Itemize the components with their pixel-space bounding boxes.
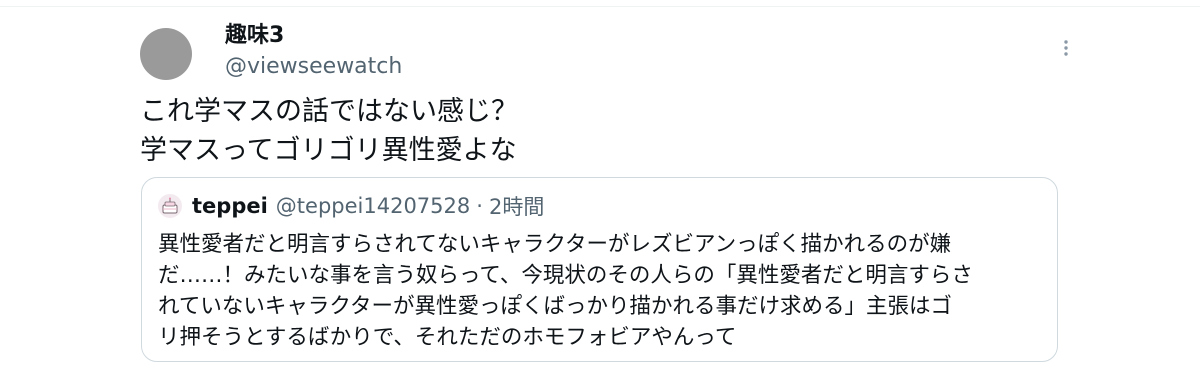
- more-vertical-icon: [1064, 40, 1068, 56]
- quoted-user-handle[interactable]: @teppei14207528: [276, 194, 470, 218]
- quoted-tweet-header: teppei @teppei14207528 · 2時間: [158, 192, 544, 220]
- quoted-tweet-card[interactable]: teppei @teppei14207528 · 2時間 異性愛者だと明言すらさ…: [141, 177, 1058, 362]
- tweet-text: これ学マスの話ではない感じ？ 学マスってゴリゴリ異性愛よな: [140, 92, 1040, 170]
- top-divider: [0, 6, 1200, 7]
- tweet-text-line: 学マスってゴリゴリ異性愛よな: [140, 135, 517, 166]
- cake-avatar-icon: [162, 197, 178, 214]
- quoted-tweet-text: 異性愛者だと明言すらされてないキャラクターがレズビアンっぽく描かれるのが嫌 だ……: [158, 229, 1048, 353]
- quoted-text-line: 異性愛者だと明言すらされてないキャラクターがレズビアンっぽく描かれるのが嫌: [158, 232, 952, 257]
- avatar[interactable]: [140, 28, 192, 80]
- quoted-text-line: リ押そうとするばかりで、それただのホモフォビアやんって: [158, 325, 737, 350]
- more-button[interactable]: [1054, 36, 1078, 60]
- quoted-text-line: れていないキャラクターが異性愛っぽくばっかり描かれる事だけ求める」主張はゴ: [158, 294, 952, 319]
- display-name[interactable]: 趣味3: [225, 22, 284, 50]
- quoted-tweet-avatar[interactable]: [158, 194, 182, 218]
- timestamp[interactable]: 2時間: [489, 191, 544, 221]
- tweet-text-line: これ学マスの話ではない感じ？: [140, 96, 518, 127]
- quoted-text-line: だ……！みたいな事を言う奴らって、今現状のその人らの「異性愛者だと明言すらさ: [158, 263, 973, 288]
- quoted-display-name[interactable]: teppei: [192, 194, 268, 218]
- user-handle[interactable]: @viewseewatch: [225, 53, 402, 81]
- separator-dot: ·: [476, 194, 483, 218]
